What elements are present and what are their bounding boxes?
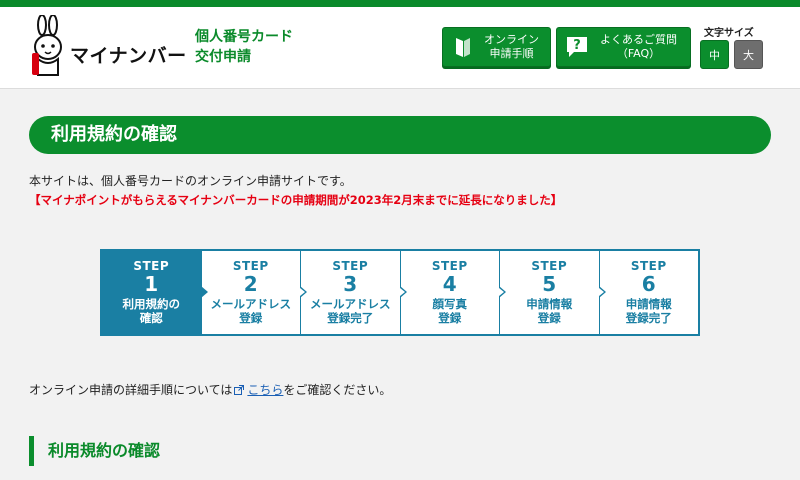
step-number: 4	[442, 272, 457, 296]
service-name-line2: 交付申請	[195, 49, 251, 65]
step-2: STEP 2 メールアドレス 登録	[200, 251, 301, 334]
step-progress: STEP 1 利用規約の 確認 STEP 2 メールアドレス 登録 STEP 3…	[100, 249, 700, 336]
mynumber-logo[interactable]: マイナンバー	[28, 15, 188, 79]
step-name: 顔写真 登録	[432, 297, 468, 325]
step-number: 2	[243, 272, 258, 296]
step-number: 1	[144, 272, 159, 296]
font-size-large-button[interactable]: 大	[734, 40, 763, 69]
step-name: メールアドレス 登録	[210, 297, 292, 325]
step-name: メールアドレス 登録完了	[310, 297, 391, 325]
step-1: STEP 1 利用規約の 確認	[102, 251, 201, 334]
service-name-line1: 個人番号カード	[195, 29, 293, 45]
page-title-banner: 利用規約の確認	[29, 116, 771, 154]
step-label: STEP	[431, 259, 468, 273]
step-name: 申請情報 登録完了	[625, 297, 672, 325]
detail-procedure-link[interactable]: こちら	[247, 383, 283, 397]
external-link-icon	[234, 385, 245, 395]
step-3: STEP 3 メールアドレス 登録完了	[300, 251, 400, 334]
detail-text-after: をご確認ください。	[283, 383, 392, 397]
notice-text: 【マイナポイントがもらえるマイナンバーカードの申請期間が2023年2月末までに延…	[29, 193, 563, 207]
step-6: STEP 6 申請情報 登録完了	[598, 251, 699, 334]
faq-button[interactable]: ? よくあるご質問 （FAQ）	[556, 27, 691, 67]
step-label: STEP	[630, 259, 667, 273]
step-number: 5	[542, 272, 557, 296]
book-icon	[449, 36, 477, 58]
step-label: STEP	[232, 259, 269, 273]
step-number: 6	[641, 272, 656, 296]
step-4: STEP 4 顔写真 登録	[399, 251, 500, 334]
site-header: マイナンバー 個人番号カード 交付申請 オンライン 申請手順 ? よくあるご質問…	[0, 7, 800, 89]
mynaportal-mascot-icon	[32, 15, 62, 76]
step-label: STEP	[133, 259, 170, 273]
step-name: 利用規約の 確認	[122, 297, 181, 325]
question-bubble-icon: ?	[563, 35, 591, 59]
font-size-label: 文字サイズ	[704, 28, 754, 39]
service-name: 個人番号カード 交付申請	[195, 27, 293, 67]
step-label: STEP	[332, 259, 369, 273]
step-name: 申請情報 登録	[526, 297, 573, 325]
detail-text-before: オンライン申請の詳細手順については	[29, 383, 233, 397]
font-size-medium-button[interactable]: 中	[700, 40, 729, 69]
faq-label: よくあるご質問 （FAQ）	[600, 33, 677, 60]
logo-text: マイナンバー	[70, 45, 187, 67]
online-procedure-label: オンライン 申請手順	[484, 33, 539, 60]
top-accent-strip	[0, 0, 800, 7]
intro-text: 本サイトは、個人番号カードのオンライン申請サイトです。	[29, 174, 352, 188]
svg-text:?: ?	[573, 38, 581, 53]
step-number: 3	[343, 272, 358, 296]
online-procedure-button[interactable]: オンライン 申請手順	[442, 27, 551, 67]
section-heading: 利用規約の確認	[29, 436, 160, 466]
step-label: STEP	[531, 259, 568, 273]
step-5: STEP 5 申請情報 登録	[499, 251, 599, 334]
detail-procedure-text: オンライン申請の詳細手順については こちらをご確認ください。	[29, 381, 391, 398]
